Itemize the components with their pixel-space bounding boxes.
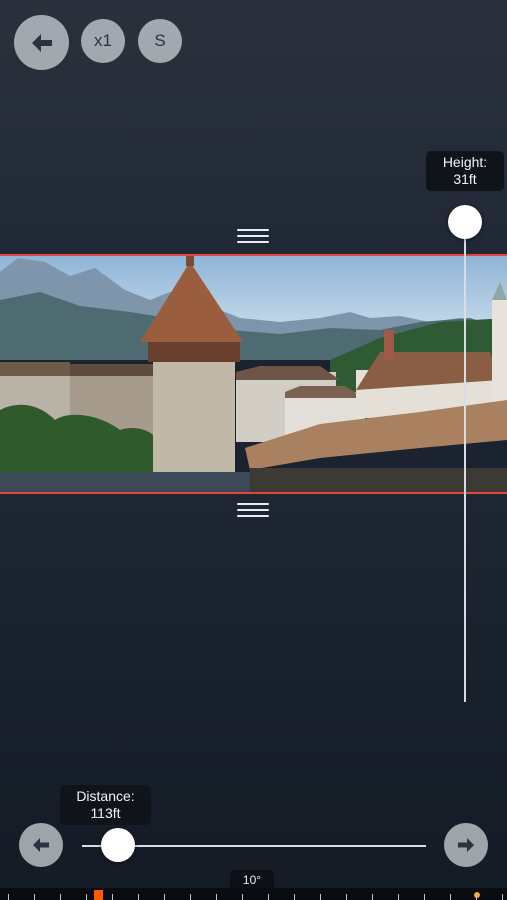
distance-increase-button[interactable] (444, 823, 488, 867)
ruler-dot (474, 892, 480, 898)
distance-value: 113ft (90, 805, 121, 821)
bottom-drag-handle[interactable] (237, 503, 269, 521)
top-drag-handle[interactable] (237, 229, 269, 247)
ruler-tick (86, 894, 87, 900)
overlay-bottom (0, 494, 507, 900)
distance-label-title: Distance: (76, 788, 135, 804)
ruler-tick (60, 894, 61, 900)
ruler-tick (320, 894, 321, 900)
zoom-label: x1 (94, 31, 112, 50)
height-value: 31ft (453, 171, 477, 187)
bottom-measure-line (0, 492, 507, 494)
mode-button[interactable]: S (138, 19, 182, 63)
height-slider-track[interactable] (464, 222, 466, 702)
ruler-tick (372, 894, 373, 900)
mode-label: S (154, 31, 166, 50)
ruler-tick (294, 894, 295, 900)
zoom-button[interactable]: x1 (81, 19, 125, 63)
ruler-marker (94, 890, 103, 900)
ruler-tick (138, 894, 139, 900)
back-button[interactable] (14, 15, 69, 70)
ruler-tick (216, 894, 217, 900)
ruler-tick (112, 894, 113, 900)
ruler-tick (190, 894, 191, 900)
ruler-tick (242, 894, 243, 900)
ruler-tick (268, 894, 269, 900)
arrow-right-icon (458, 838, 474, 852)
bridge-deck (250, 468, 507, 492)
ruler-tick (424, 894, 425, 900)
arrow-left-icon (33, 838, 49, 852)
height-label-title: Height: (442, 154, 488, 170)
ruler-tick (502, 894, 503, 900)
ruler-tick (8, 894, 9, 900)
distance-decrease-button[interactable] (19, 823, 63, 867)
ruler-tick (450, 894, 451, 900)
ruler-tick (34, 894, 35, 900)
angle-ruler[interactable] (0, 888, 507, 900)
angle-readout: 10° (230, 870, 274, 890)
ruler-tick (476, 894, 477, 900)
distance-label: Distance: 113ft (60, 785, 151, 825)
overlay-top (0, 0, 507, 255)
height-slider-thumb[interactable] (448, 205, 482, 239)
water-tower (153, 358, 235, 488)
arrow-left-icon (31, 33, 52, 52)
ruler-tick (398, 894, 399, 900)
top-measure-line (0, 254, 507, 256)
ruler-tick (346, 894, 347, 900)
distance-slider-thumb[interactable] (101, 828, 135, 862)
ruler-tick (164, 894, 165, 900)
camera-view (0, 0, 507, 900)
height-label: Height: 31ft (426, 151, 504, 191)
